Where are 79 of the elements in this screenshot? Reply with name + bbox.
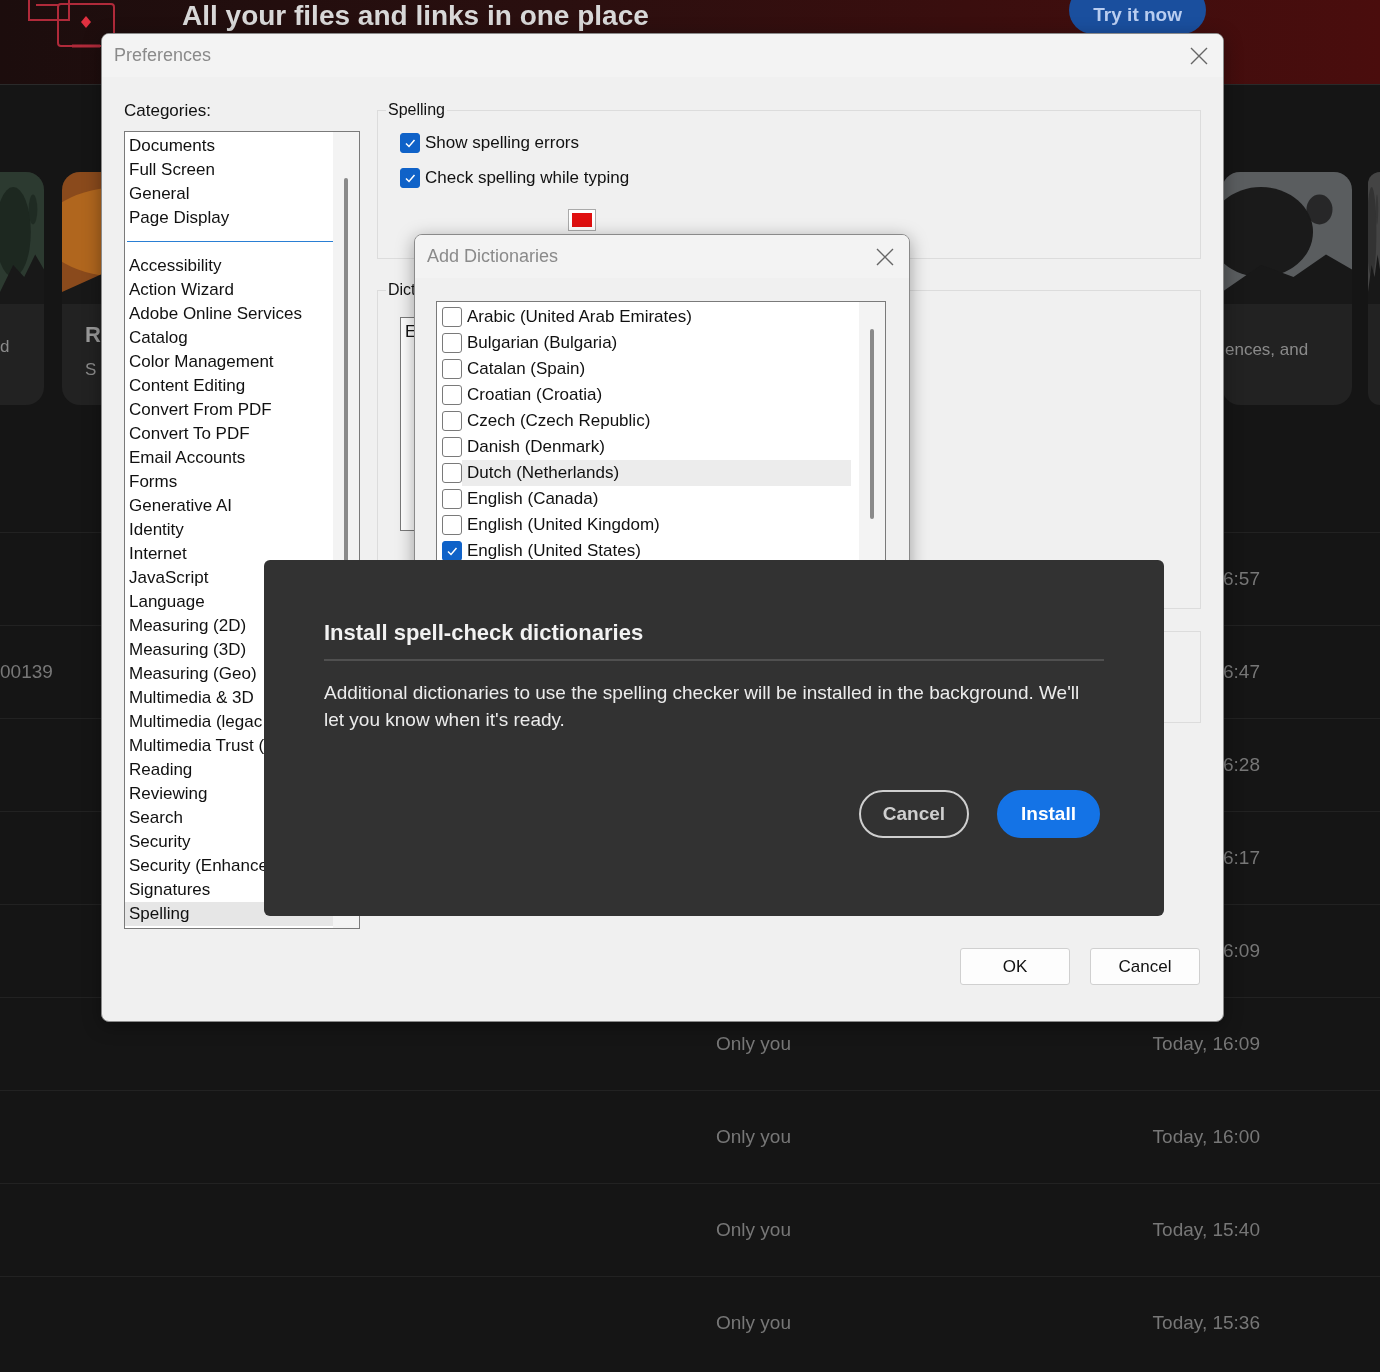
dictionary-option[interactable]: English (United States) — [462, 538, 851, 564]
category-item[interactable]: Email Accounts — [125, 446, 333, 470]
category-item[interactable]: Convert To PDF — [125, 422, 333, 446]
card-caption: d — [0, 337, 10, 357]
category-item[interactable]: Full Screen — [125, 158, 333, 182]
dictionary-option[interactable]: English (United Kingdom) — [462, 512, 851, 538]
modified-time: Today, 16:00 — [1152, 1126, 1260, 1147]
checkbox[interactable] — [442, 515, 462, 535]
checkbox[interactable] — [442, 307, 462, 327]
categories-label: Categories: — [124, 101, 212, 121]
category-item[interactable]: Accessibility — [125, 254, 333, 278]
category-item[interactable]: Adobe Online Services — [125, 302, 333, 326]
dialog-message: Additional dictionaries to use the spelling checker will be installed in the background. We'll let you know when it's ready. — [324, 681, 1081, 732]
cancel-button[interactable]: Cancel — [858, 790, 970, 838]
card-title: R — [85, 322, 101, 348]
file-row[interactable]: Only you Today, 15:36 — [0, 1276, 1380, 1369]
category-item[interactable]: Identity — [125, 518, 333, 542]
file-row[interactable]: Only you Today, 15:40 — [0, 1183, 1380, 1276]
dictionary-option[interactable]: Czech (Czech Republic) — [462, 408, 851, 434]
dictionary-option[interactable]: Bulgarian (Bulgaria) — [462, 330, 851, 356]
category-item[interactable]: Forms — [125, 470, 333, 494]
dictionary-option[interactable]: Croatian (Croatia) — [462, 382, 851, 408]
card[interactable]: d — [0, 172, 44, 405]
section-legend: Spelling — [386, 101, 447, 119]
category-item[interactable]: Generative AI — [125, 494, 333, 518]
window-title: Add Dictionaries — [427, 246, 559, 267]
modified-time: 6:09 — [1223, 940, 1260, 961]
shared-with: Only you — [716, 1312, 791, 1333]
checkbox[interactable] — [442, 411, 462, 431]
ok-button[interactable]: OK — [960, 948, 1070, 985]
card[interactable]: ences, and — [1222, 172, 1352, 405]
checkbox[interactable] — [442, 463, 462, 483]
checkbox[interactable] — [400, 132, 420, 153]
modified-time: 6:57 — [1223, 568, 1260, 589]
file-name: 00139 — [0, 661, 53, 682]
cancel-button[interactable]: Cancel — [1090, 948, 1200, 985]
dictionary-option[interactable]: Danish (Denmark) — [462, 434, 851, 460]
category-item[interactable]: Catalog — [125, 326, 333, 350]
category-item[interactable]: Content Editing — [125, 374, 333, 398]
category-item[interactable]: Convert From PDF — [125, 398, 333, 422]
checkbox[interactable] — [442, 385, 462, 405]
modified-time: Today, 15:40 — [1152, 1219, 1260, 1240]
category-item[interactable]: Page Display — [125, 206, 333, 230]
check-icon — [446, 545, 458, 557]
category-item[interactable]: Documents — [125, 134, 333, 158]
install-button[interactable]: Install — [997, 790, 1100, 838]
category-item[interactable]: Color Management — [125, 350, 333, 374]
checkbox[interactable] — [442, 333, 462, 353]
card-caption: S — [85, 360, 97, 380]
modified-time: Today, 16:09 — [1152, 1033, 1260, 1054]
shared-with: Only you — [716, 1033, 791, 1054]
try-button[interactable]: Try it now — [1069, 0, 1206, 34]
file-row[interactable]: Only you Today, 16:00 — [0, 1090, 1380, 1183]
category-item[interactable]: Action Wizard — [125, 278, 333, 302]
color-swatch[interactable] — [568, 209, 596, 231]
checkbox[interactable] — [400, 167, 420, 188]
modified-time: Today, 15:36 — [1152, 1312, 1260, 1333]
shared-with: Only you — [716, 1219, 791, 1240]
banner-title: All your files and links in one place — [182, 0, 650, 32]
checkbox[interactable] — [442, 541, 462, 561]
dictionary-option[interactable]: Catalan (Spain) — [462, 356, 851, 382]
checkbox[interactable] — [442, 359, 462, 379]
checkbox[interactable] — [442, 489, 462, 509]
dictionary-option[interactable]: Arabic (United Arab Emirates) — [462, 304, 851, 330]
dictionary-option[interactable]: Dutch (Netherlands) — [462, 460, 851, 486]
modified-time: 6:47 — [1223, 661, 1260, 682]
dictionary-option[interactable]: English (Canada) — [462, 486, 851, 512]
category-item[interactable]: Internet — [125, 542, 333, 566]
dialog-title: Install spell-check dictionaries — [324, 620, 1104, 661]
section-legend: Dict — [386, 281, 418, 299]
window-title: Preferences — [114, 45, 212, 66]
modified-time: 6:28 — [1223, 754, 1260, 775]
shared-with: Only you — [716, 1126, 791, 1147]
category-item[interactable]: General — [125, 182, 333, 206]
option-label: Check spelling while typing — [425, 167, 630, 188]
card-caption: ences, and — [1225, 340, 1309, 360]
checkbox[interactable] — [442, 437, 462, 457]
option-label: Show spelling errors — [425, 132, 579, 153]
modified-time: 6:17 — [1223, 847, 1260, 868]
